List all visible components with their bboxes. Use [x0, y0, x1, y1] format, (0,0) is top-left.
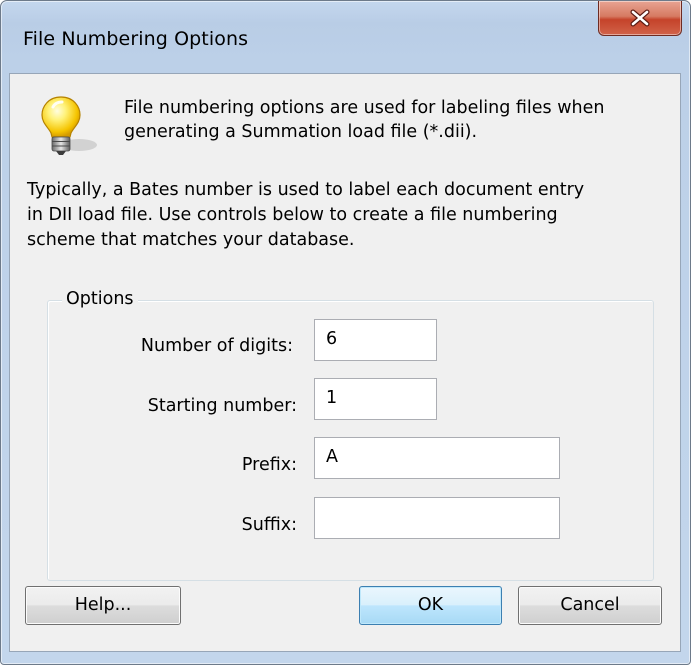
- number-of-digits-input[interactable]: 6: [314, 319, 437, 361]
- starting-number-label: Starting number:: [147, 396, 297, 416]
- number-of-digits-label: Number of digits:: [140, 336, 293, 356]
- lightbulb-icon: [41, 96, 97, 155]
- description-line: scheme that matches your database.: [27, 230, 355, 250]
- close-button[interactable]: [598, 1, 682, 36]
- intro-text: File numbering options are used for labe…: [124, 96, 664, 144]
- description-line: Typically, a Bates number is used to lab…: [27, 180, 585, 200]
- options-group-label: Options: [62, 289, 138, 309]
- ok-button[interactable]: OK: [359, 586, 502, 625]
- starting-number-input[interactable]: 1: [314, 378, 437, 420]
- intro-line: File numbering options are used for labe…: [124, 98, 605, 118]
- prefix-label: Prefix:: [241, 455, 297, 475]
- close-icon: [630, 9, 650, 27]
- dialog-window: File Numbering Options File numbering op…: [0, 0, 691, 665]
- prefix-input[interactable]: A: [314, 437, 560, 479]
- intro-line: generating a Summation load file (*.dii)…: [124, 122, 478, 142]
- dialog-title: File Numbering Options: [23, 28, 249, 50]
- help-button[interactable]: Help...: [25, 586, 181, 625]
- description-line: in DII load file. Use controls below to …: [27, 205, 558, 225]
- suffix-input[interactable]: [314, 497, 560, 539]
- cancel-button[interactable]: Cancel: [518, 586, 662, 625]
- dialog-client-area: File numbering options are used for labe…: [9, 73, 681, 652]
- suffix-label: Suffix:: [241, 515, 297, 535]
- description-text: Typically, a Bates number is used to lab…: [27, 178, 667, 253]
